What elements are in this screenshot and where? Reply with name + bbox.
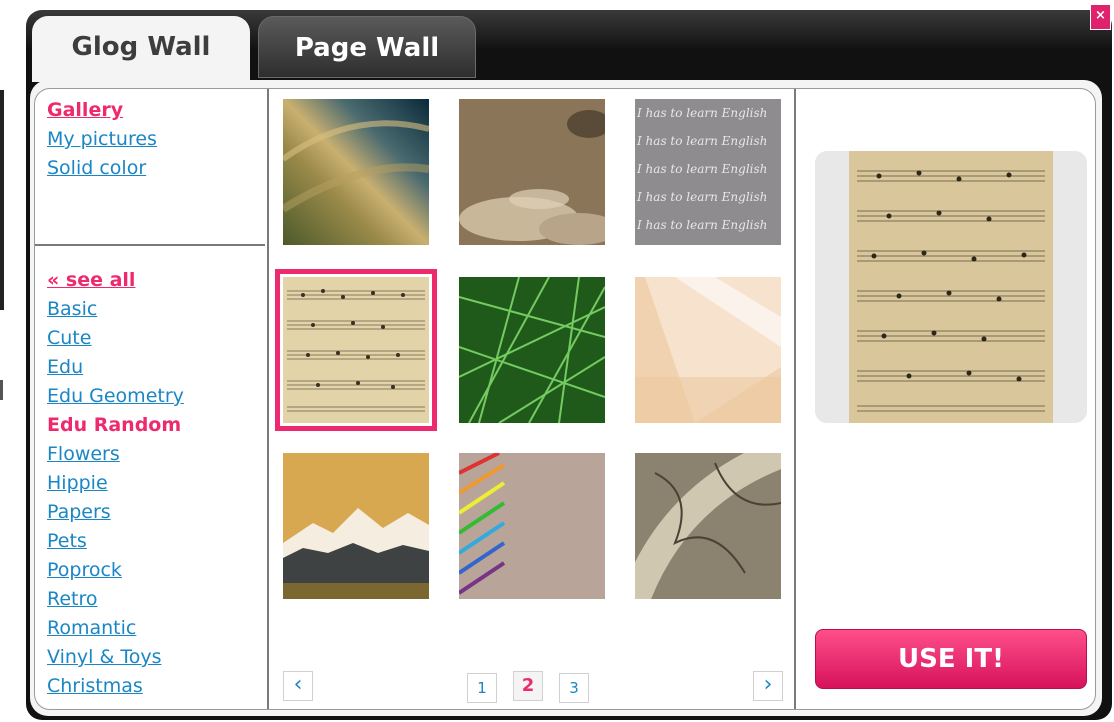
thumbnail-space-horizon[interactable] xyxy=(280,99,430,245)
category-romantic[interactable]: Romantic xyxy=(47,617,136,639)
thumbnail-mountain-forest[interactable] xyxy=(283,453,429,599)
thumbnail-colored-pencils[interactable] xyxy=(457,451,605,599)
preview-frame xyxy=(815,151,1087,423)
left-sidebar: Gallery My pictures Solid color « see al… xyxy=(35,89,271,709)
thumbnail-peach-light[interactable] xyxy=(635,277,781,423)
category-vinyl-toys[interactable]: Vinyl & Toys xyxy=(47,646,161,668)
preview-image xyxy=(849,151,1053,423)
handwriting-text-3: I has to learn English xyxy=(636,162,767,176)
category-cute[interactable]: Cute xyxy=(47,327,91,349)
handwriting-text-5: I has to learn English xyxy=(636,218,767,232)
previous-page-button[interactable]: ‹ xyxy=(283,671,313,701)
source-gallery-link[interactable]: Gallery xyxy=(47,99,123,121)
category-edu-random[interactable]: Edu Random xyxy=(47,414,181,436)
category-papers[interactable]: Papers xyxy=(47,501,111,523)
source-my-pictures-link[interactable]: My pictures xyxy=(47,128,157,150)
category-basic[interactable]: Basic xyxy=(47,298,97,320)
handwriting-text-1: I has to learn English xyxy=(636,106,767,120)
thumbnail-sheet-music[interactable] xyxy=(275,269,437,431)
page-2-button[interactable]: 2 xyxy=(513,671,543,701)
tab-glog-wall[interactable]: Glog Wall xyxy=(32,16,250,82)
category-flowers[interactable]: Flowers xyxy=(47,443,120,465)
close-button[interactable]: × xyxy=(1090,4,1111,30)
right-divider xyxy=(794,89,796,709)
thumbnail-old-map[interactable] xyxy=(620,438,787,605)
see-all-link[interactable]: « see all xyxy=(47,269,135,291)
category-edu-geometry[interactable]: Edu Geometry xyxy=(47,385,184,407)
sidebar-divider xyxy=(35,244,265,246)
background-panel: Gallery My pictures Solid color « see al… xyxy=(30,80,1102,716)
left-divider xyxy=(267,89,269,709)
category-edu[interactable]: Edu xyxy=(47,356,83,378)
category-retro[interactable]: Retro xyxy=(47,588,98,610)
page-1-button[interactable]: 1 xyxy=(467,673,497,703)
background-window-edge-lower xyxy=(0,380,3,400)
category-poprock[interactable]: Poprock xyxy=(47,559,122,581)
content-area: Gallery My pictures Solid color « see al… xyxy=(34,88,1096,710)
category-hippie[interactable]: Hippie xyxy=(47,472,108,494)
background-window-edge xyxy=(0,90,4,310)
thumbnail-handwriting-lines[interactable]: I has to learn English I has to learn En… xyxy=(635,99,781,245)
thumbnail-green-grass[interactable] xyxy=(458,276,606,424)
thumbnail-sepia-clouds[interactable] xyxy=(459,99,619,245)
source-solid-color-link[interactable]: Solid color xyxy=(47,157,146,179)
next-page-button[interactable]: › xyxy=(753,671,783,701)
handwriting-text-4: I has to learn English xyxy=(636,190,767,204)
tab-page-wall[interactable]: Page Wall xyxy=(258,16,476,78)
page-3-button[interactable]: 3 xyxy=(559,673,589,703)
category-pets[interactable]: Pets xyxy=(47,530,87,552)
use-it-button[interactable]: USE IT! xyxy=(815,629,1087,689)
handwriting-text-2: I has to learn English xyxy=(636,134,767,148)
category-christmas[interactable]: Christmas xyxy=(47,675,143,697)
